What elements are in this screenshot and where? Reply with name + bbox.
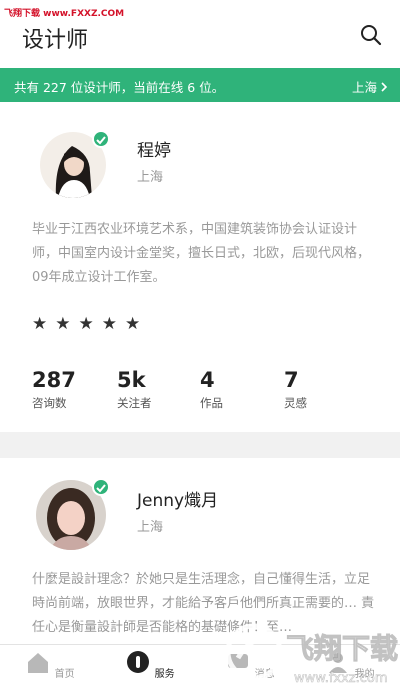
star-icon: ★ [125, 314, 141, 334]
avatar[interactable] [36, 478, 110, 550]
tab-label: 服务 [154, 669, 175, 680]
stat-followers: 5k 关注者 [117, 368, 152, 411]
stat-label: 咨询数 [32, 396, 67, 410]
designer-location: 上海 [137, 520, 164, 535]
stat-label: 关注者 [117, 396, 152, 410]
star-icon: ★ [55, 314, 71, 334]
rating-stars: ★ ★ ★ ★ ★ [32, 315, 140, 333]
stat-value: 5k [117, 368, 146, 392]
avatar[interactable] [40, 130, 110, 198]
watermark-logo-text: 飞翔下载 [286, 632, 398, 665]
service-icon [127, 651, 150, 673]
stat-value: 7 [284, 368, 299, 392]
designer-name[interactable]: Jenny熾月 [137, 486, 218, 511]
watermark-logo: 飞翔下载 www.fxxz.com [225, 623, 399, 686]
star-icon: ★ [32, 314, 48, 334]
home-icon [28, 653, 49, 673]
verified-icon [92, 130, 110, 148]
stat-value: 287 [32, 368, 76, 392]
stat-consultations: 287 咨询数 [32, 368, 76, 411]
page-title: 设计师 [22, 28, 89, 53]
designer-bio: 毕业于江西农业环境艺术系，中国建筑装饰协会认证设计师，中国室内设计金堂奖，擅长日… [32, 222, 371, 285]
city-selector[interactable]: 上海 [352, 77, 388, 96]
city-label: 上海 [351, 80, 377, 95]
star-icon: ★ [101, 314, 117, 334]
designer-card[interactable]: 程婷 上海 毕业于江西农业环境艺术系，中国建筑装饰协会认证设计师，中国室内设计金… [0, 102, 400, 432]
stat-label: 作品 [200, 396, 223, 410]
tab-home[interactable]: 首页 [20, 649, 80, 680]
designer-location: 上海 [137, 170, 164, 185]
stat-inspirations: 7 灵感 [284, 368, 307, 411]
stat-label: 灵感 [284, 396, 307, 410]
tab-label: 首页 [54, 669, 75, 680]
chevron-right-icon [381, 81, 388, 92]
designer-name[interactable]: 程婷 [137, 136, 171, 161]
search-icon[interactable] [360, 24, 382, 46]
watermark-text: 飞翔下载 www.FXXZ.COM [4, 9, 125, 19]
online-banner: 共有 227 位设计师，当前在线 6 位。 上海 [0, 68, 400, 102]
stat-value: 4 [200, 368, 215, 392]
stat-works: 4 作品 [200, 368, 223, 411]
verified-icon [92, 478, 110, 496]
star-icon: ★ [78, 314, 94, 334]
tab-service[interactable]: 服务 [120, 649, 180, 680]
banner-message: 共有 227 位设计师，当前在线 6 位。 [14, 80, 225, 95]
watermark-logo-url: www.fxxz.com [294, 671, 388, 686]
